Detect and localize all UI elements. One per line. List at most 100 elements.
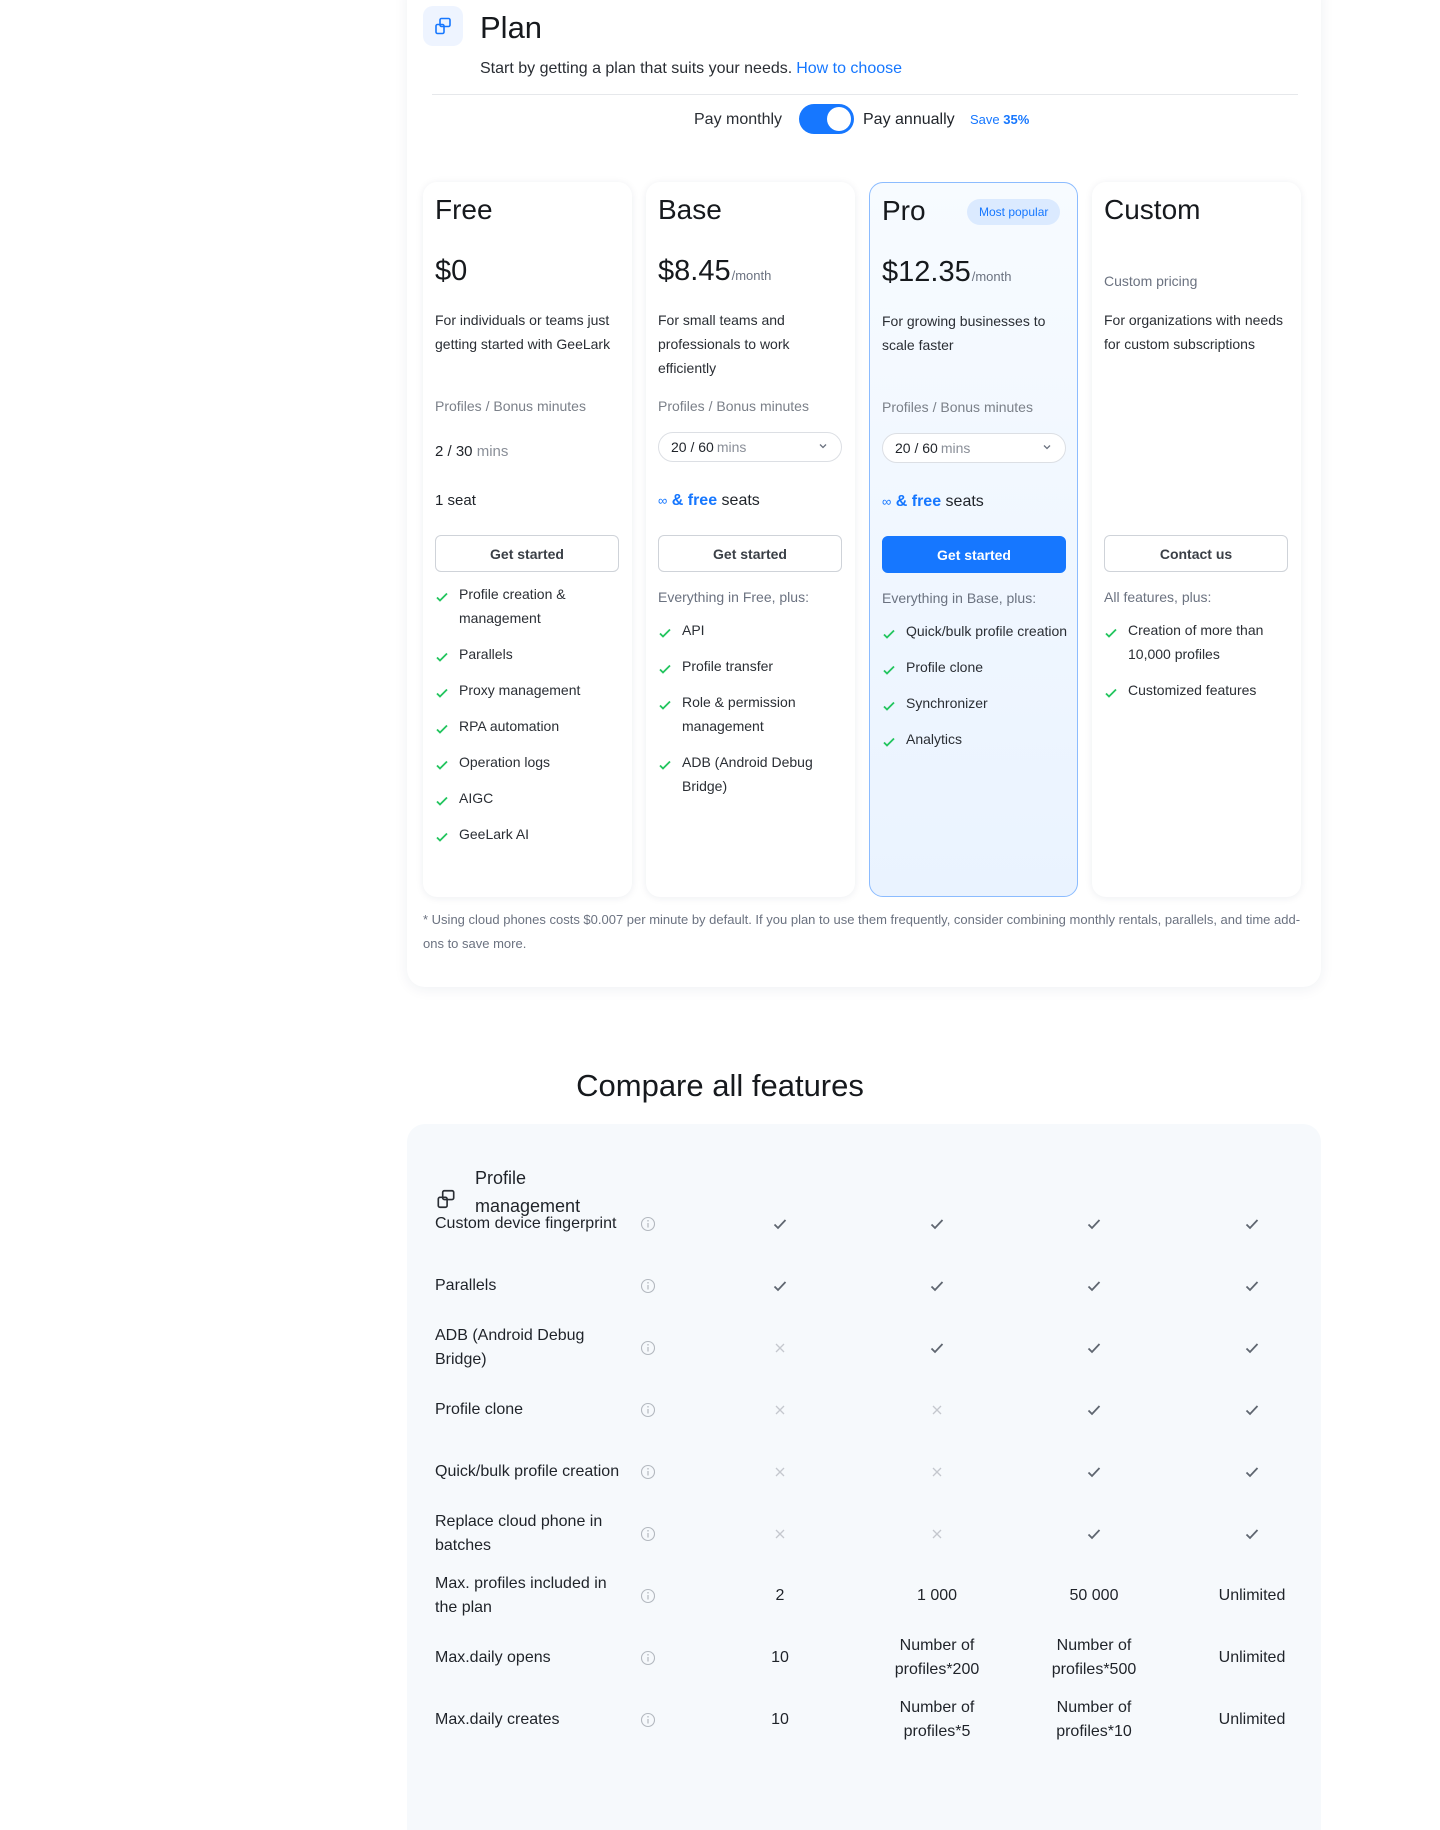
feature-label: Quick/bulk profile creation xyxy=(906,623,1068,639)
feature-item: Profile clone xyxy=(882,655,1072,679)
cell-value: Unlimited xyxy=(1218,1649,1286,1666)
save-value: 35% xyxy=(1003,112,1030,127)
check-icon xyxy=(715,1278,845,1294)
feature-label: Profile transfer xyxy=(682,658,774,674)
how-to-choose-link[interactable]: How to choose xyxy=(796,60,902,77)
contact-us-button[interactable]: Contact us xyxy=(1104,535,1288,572)
plan-subtitle: Start by getting a plan that suits your … xyxy=(480,60,902,78)
billing-period-switch[interactable] xyxy=(799,104,854,134)
feature-label: AIGC xyxy=(459,790,494,806)
pay-annually-label[interactable]: Pay annually xyxy=(863,111,955,129)
table-row: ADB (Android Debug Bridge) xyxy=(407,1318,1321,1378)
table-row: Replace cloud phone in batches xyxy=(407,1504,1321,1564)
feature-item: Operation logs xyxy=(435,750,625,774)
check-icon xyxy=(882,660,896,684)
tier-name: Base xyxy=(658,194,722,225)
seats-line: 1 seat xyxy=(435,492,476,509)
tier-name: Pro xyxy=(882,195,926,226)
check-icon xyxy=(1029,1464,1159,1480)
check-icon xyxy=(715,1216,845,1232)
check-icon xyxy=(1029,1526,1159,1542)
feature-name: ADB (Android Debug Bridge) xyxy=(435,1327,585,1368)
check-icon xyxy=(1187,1216,1317,1232)
mins-unit: mins xyxy=(476,443,509,460)
feature-label: GeeLark AI xyxy=(459,826,530,842)
feature-item: API xyxy=(658,618,848,642)
seats-free: & free xyxy=(895,493,942,510)
check-icon xyxy=(1187,1526,1317,1542)
check-icon xyxy=(882,732,896,756)
feature-item: Parallels xyxy=(435,642,625,666)
profiles-count: 20 / 60 xyxy=(671,439,714,455)
get-started-button[interactable]: Get started xyxy=(658,535,842,572)
feature-label: Parallels xyxy=(459,646,513,662)
price-period: /month xyxy=(971,269,1012,284)
tier-name: Custom xyxy=(1104,194,1201,225)
compare-title: Compare all features xyxy=(576,1068,864,1103)
seats-line: ∞ & free seats xyxy=(658,492,760,510)
info-circle-icon[interactable] xyxy=(640,1588,656,1604)
table-row: Profile clone xyxy=(407,1380,1321,1440)
feature-label: Operation logs xyxy=(459,754,551,770)
chevron-down-icon xyxy=(1041,440,1053,456)
table-row: Max.daily creates 10 Number of profiles*5 N… xyxy=(407,1690,1321,1750)
table-row: Quick/bulk profile creation xyxy=(407,1442,1321,1502)
seats-word: seats xyxy=(945,493,984,510)
footnote: * Using cloud phones costs $0.007 per mi… xyxy=(423,912,1301,951)
tier-price: $0 xyxy=(435,255,467,288)
seats-line: ∞ & free seats xyxy=(882,493,984,511)
feature-item: GeeLark AI xyxy=(435,822,625,846)
mins-unit: mins xyxy=(716,439,747,455)
profiles-count: 20 / 60 xyxy=(895,440,938,456)
info-circle-icon[interactable] xyxy=(640,1526,656,1542)
feature-label: Profile creation & management xyxy=(459,586,566,626)
profiles-label: Profiles / Bonus minutes xyxy=(435,398,586,414)
cell-value: 2 xyxy=(775,1587,785,1604)
save-badge: Save 35% xyxy=(970,112,1029,127)
info-circle-icon[interactable] xyxy=(640,1650,656,1666)
check-icon xyxy=(1187,1402,1317,1418)
feature-item: RPA automation xyxy=(435,714,625,738)
tier-description: For organizations with needs for custom … xyxy=(1104,312,1283,352)
plan-card: Plan Start by getting a plan that suits … xyxy=(407,0,1321,987)
feature-label: API xyxy=(682,622,705,638)
pay-monthly-label[interactable]: Pay monthly xyxy=(694,111,782,129)
feature-label: ADB (Android Debug Bridge) xyxy=(682,754,813,794)
mins-unit: mins xyxy=(940,440,971,456)
feature-label: RPA automation xyxy=(459,718,560,734)
check-icon xyxy=(1187,1340,1317,1356)
info-circle-icon[interactable] xyxy=(640,1402,656,1418)
table-row: Max.daily opens 10 Number of profiles*200 N… xyxy=(407,1628,1321,1688)
check-icon xyxy=(435,683,449,707)
info-circle-icon[interactable] xyxy=(640,1464,656,1480)
get-started-button[interactable]: Get started xyxy=(882,536,1066,573)
info-circle-icon[interactable] xyxy=(640,1278,656,1294)
feature-item: Profile creation & management xyxy=(435,582,625,630)
check-icon xyxy=(435,587,449,611)
get-started-button[interactable]: Get started xyxy=(435,535,619,572)
feature-item: Quick/bulk profile creation xyxy=(882,619,1072,643)
feature-item: Role & permission management xyxy=(658,690,848,738)
info-circle-icon[interactable] xyxy=(640,1216,656,1232)
check-icon xyxy=(658,755,672,779)
price-value: $12.35 xyxy=(882,256,971,288)
features-intro: Everything in Base, plus: xyxy=(882,590,1037,606)
infinity-icon: ∞ xyxy=(882,494,892,509)
feature-label: Analytics xyxy=(906,731,963,747)
feature-name: Max.daily opens xyxy=(435,1649,551,1666)
profiles-select[interactable]: 20 / 60 mins xyxy=(658,432,842,462)
profiles-select[interactable]: 20 / 60 mins xyxy=(882,433,1066,463)
check-icon xyxy=(1104,623,1118,647)
cell-value: 50 000 xyxy=(1069,1587,1119,1604)
cross-icon xyxy=(715,1403,845,1417)
tier-card-base: Base $8.45/month For small teams and pro… xyxy=(646,182,855,897)
tier-name: Free xyxy=(435,194,493,225)
plan-title: Plan xyxy=(480,10,543,45)
profile-cards-icon xyxy=(423,6,463,46)
feature-label: Profile clone xyxy=(906,659,984,675)
info-circle-icon[interactable] xyxy=(640,1340,656,1356)
feature-label: Creation of more than 10,000 profiles xyxy=(1128,622,1264,662)
cross-icon xyxy=(872,1403,1002,1417)
info-circle-icon[interactable] xyxy=(640,1712,656,1728)
cell-value: 1 000 xyxy=(916,1587,958,1604)
